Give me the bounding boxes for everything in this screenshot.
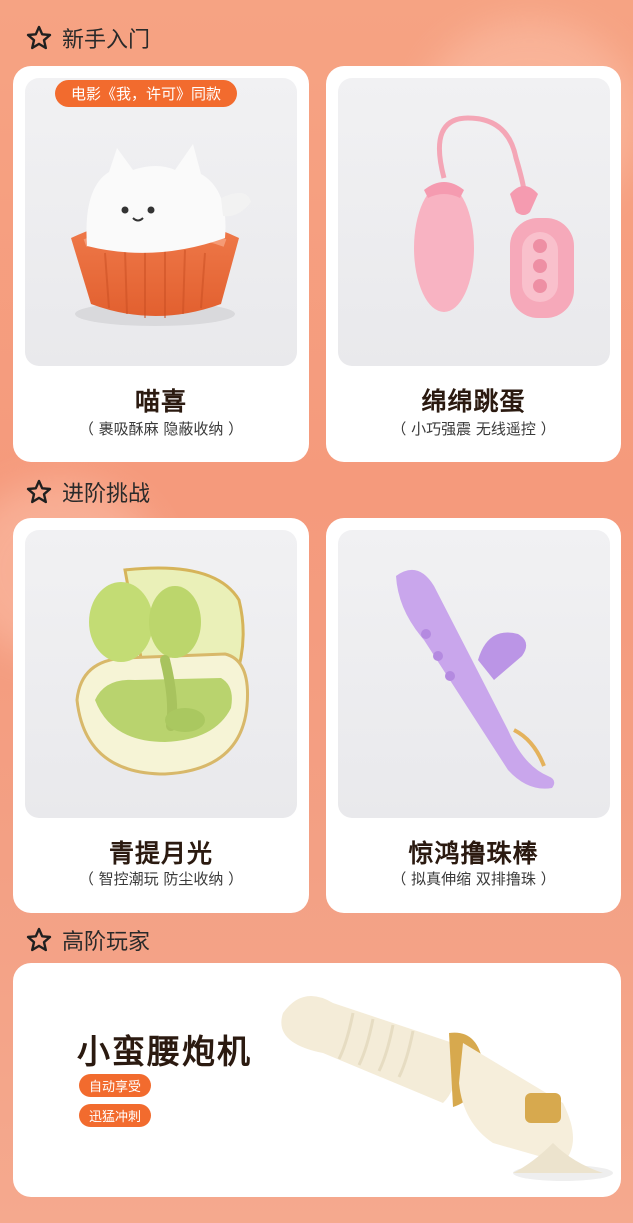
star-icon xyxy=(26,927,52,952)
section-title: 高阶玩家 xyxy=(62,930,151,955)
feature-tag: 自动享受 xyxy=(79,1074,152,1097)
product-name: 喵喜 xyxy=(134,387,187,416)
product-description: （ 小巧强震 无线遥控 ） xyxy=(391,420,556,438)
featured-product-name: 小蛮腰炮机 xyxy=(77,1032,252,1071)
green-toy-image xyxy=(75,566,250,776)
product-card-mianmian[interactable]: 绵绵跳蛋 （ 小巧强震 无线遥控 ） xyxy=(326,66,621,462)
product-card-jinghong[interactable]: 惊鸿撸珠棒 （ 拟真伸缩 双排撸珠 ） xyxy=(326,518,621,913)
product-image xyxy=(25,530,297,818)
section-header-beginner: 新手入门 xyxy=(26,22,150,54)
product-card-miaoxi[interactable]: 电影《我，许可》同款 喵喜 （ 裹吸酥麻 隐蔽收纳 ） xyxy=(13,66,309,462)
product-description: （ 裹吸酥麻 隐蔽收纳 ） xyxy=(78,420,244,438)
cat-toy-image xyxy=(71,144,251,326)
product-image xyxy=(338,530,610,818)
product-name: 青提月光 xyxy=(108,839,213,868)
product-description: （ 拟真伸缩 双排撸珠 ） xyxy=(391,870,556,888)
section-header-advanced: 进阶挑战 xyxy=(26,476,150,508)
feature-tag: 迅猛冲刺 xyxy=(79,1104,152,1127)
product-image xyxy=(338,78,610,366)
section-header-expert: 高阶玩家 xyxy=(26,924,150,956)
section-title: 进阶挑战 xyxy=(62,482,151,507)
featured-product-card[interactable]: 小蛮腰炮机 自动享受 迅猛冲刺 xyxy=(13,963,621,1197)
product-description: （ 智控潮玩 防尘收纳 ） xyxy=(78,870,244,888)
machine-toy-image xyxy=(281,995,613,1181)
purple-toy-image xyxy=(396,569,555,789)
egg-vibrator-image xyxy=(414,115,574,318)
product-card-qingti[interactable]: 青提月光 （ 智控潮玩 防尘收纳 ） xyxy=(13,518,309,913)
section-title: 新手入门 xyxy=(62,28,151,53)
star-icon xyxy=(26,479,52,504)
star-icon xyxy=(26,25,52,50)
movie-badge: 电影《我，许可》同款 xyxy=(55,80,238,107)
product-name: 惊鸿撸珠棒 xyxy=(408,839,539,868)
product-name: 绵绵跳蛋 xyxy=(421,387,526,416)
product-image xyxy=(25,78,297,366)
